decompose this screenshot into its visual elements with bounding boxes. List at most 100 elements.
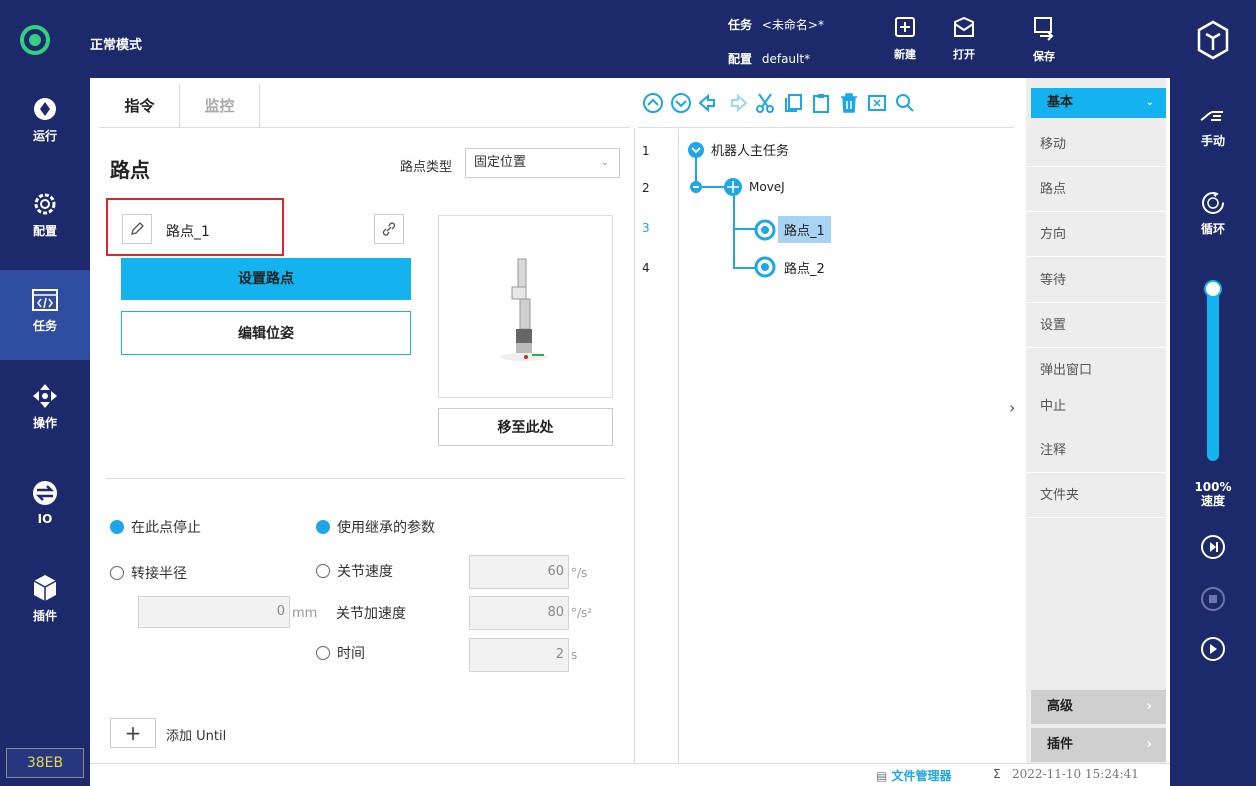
joint-speed-label: 关节速度 — [337, 564, 393, 580]
save-icon — [1034, 17, 1054, 41]
stop-icon[interactable] — [1200, 586, 1226, 612]
status-indicator-icon[interactable] — [20, 25, 50, 55]
mode-label: 正常模式 — [90, 38, 143, 53]
tree-node-label: MoveJ — [749, 180, 785, 194]
new-label: 新建 — [894, 48, 916, 61]
blend-radius-field[interactable]: 0 — [138, 596, 290, 628]
tree-line-number: 3 — [642, 221, 650, 235]
copy-icon[interactable] — [782, 92, 804, 114]
step-icon[interactable] — [1200, 534, 1226, 560]
io-icon — [33, 481, 57, 505]
nav-run[interactable]: 运行 — [0, 78, 90, 168]
library-item-folder[interactable]: 文件夹 — [1026, 473, 1166, 518]
time-field[interactable]: 2 — [469, 638, 569, 672]
nav-task[interactable]: 任务 — [0, 270, 90, 360]
task-value: <未命名>* — [761, 18, 824, 32]
tree-node-label: 机器人主任务 — [711, 144, 790, 159]
tree-node-waypoint1[interactable]: 路点_1 — [754, 216, 831, 243]
robot-status-icon: Σ — [993, 767, 1001, 781]
task-label: 任务 — [728, 18, 753, 32]
library-advanced[interactable]: 高级 › — [1031, 690, 1166, 724]
collapse-icon[interactable] — [690, 181, 702, 193]
open-label: 打开 — [953, 48, 975, 61]
library-plugins[interactable]: 插件 › — [1031, 728, 1166, 762]
library-item-direction[interactable]: 方向 — [1026, 212, 1166, 257]
move-arrows-icon — [33, 384, 57, 408]
new-button[interactable]: 新建 — [885, 16, 925, 62]
library-item-waypoint[interactable]: 路点 — [1026, 167, 1166, 212]
tree-node-main[interactable]: 机器人主任务 — [687, 140, 789, 159]
waypoint-node-icon — [754, 219, 776, 240]
file-manager-link[interactable]: ▤ 文件管理器 — [876, 767, 952, 784]
library-item-move[interactable]: 移动 — [1026, 122, 1166, 167]
move-here-button[interactable]: 移至此处 — [438, 408, 613, 446]
pencil-icon — [131, 222, 144, 235]
edit-pose-button[interactable]: 编辑位姿 — [121, 311, 411, 355]
plus-icon: + — [124, 721, 142, 745]
nav-config[interactable]: 配置 — [0, 173, 90, 263]
library-item-halt[interactable]: 中止 — [1026, 384, 1166, 429]
nav-plugin-label: 插件 — [32, 609, 57, 623]
nav-operate[interactable]: 操作 — [0, 365, 90, 455]
open-file-icon — [954, 16, 974, 37]
inherit-params-radio[interactable]: 使用继承的参数 — [316, 517, 435, 537]
time-radio[interactable]: 时间 — [316, 643, 365, 663]
tree-node-waypoint2[interactable]: 路点_2 — [754, 256, 825, 278]
library-item-set[interactable]: 设置 — [1026, 303, 1166, 348]
redo-icon[interactable] — [726, 92, 748, 114]
radius-unit: mm — [292, 606, 318, 621]
main-area: 指令 监控 路点 路点类型 固定位置 ⌄ 路点_1 设置路点 编辑位姿 移至此处… — [90, 78, 1170, 786]
footer-bar — [90, 763, 1170, 786]
manual-button[interactable]: 手动 — [1170, 106, 1256, 149]
joint-acc-field[interactable]: 80 — [469, 596, 569, 630]
loop-button[interactable]: 循环 — [1170, 190, 1256, 237]
undo-icon[interactable] — [698, 92, 720, 114]
add-until-button[interactable]: + — [110, 718, 156, 748]
joint-speed-field[interactable]: 60 — [469, 555, 569, 589]
library-item-comment[interactable]: 注释 — [1026, 428, 1166, 473]
library-item-wait[interactable]: 等待 — [1026, 258, 1166, 303]
open-button[interactable]: 打开 — [944, 16, 984, 62]
search-icon[interactable] — [894, 92, 916, 114]
library-header-basic[interactable]: 基本 ⌄ — [1031, 88, 1166, 118]
rename-button[interactable] — [122, 214, 152, 244]
save-button[interactable]: 保存 — [1024, 16, 1064, 64]
nav-task-label: 任务 — [32, 319, 57, 333]
suppress-icon[interactable] — [866, 92, 888, 114]
top-bar: 正常模式 任务 <未命名>* 配置 default* 新建 打开 保存 — [0, 0, 1256, 78]
blend-radius-radio[interactable]: 转接半径 — [110, 563, 187, 583]
paste-icon[interactable] — [810, 92, 832, 114]
link-button[interactable] — [374, 214, 404, 244]
joint-speed-radio[interactable]: 关节速度 — [316, 561, 393, 581]
save-label: 保存 — [1033, 50, 1055, 63]
set-waypoint-button[interactable]: 设置路点 — [121, 258, 411, 300]
nav-plugin[interactable]: 插件 — [0, 556, 90, 646]
nav-run-label: 运行 — [32, 129, 57, 143]
speed-slider-handle[interactable] — [1204, 280, 1222, 298]
waypoint-type-label: 路点类型 — [400, 160, 453, 175]
chevron-down-icon: ⌄ — [1145, 97, 1154, 108]
loop-icon — [1202, 192, 1224, 214]
right-bar: 手动 循环 100% 速度 — [1170, 78, 1256, 786]
play-icon[interactable] — [1200, 636, 1226, 662]
move-up-icon[interactable] — [642, 92, 664, 114]
hand-icon — [1200, 111, 1223, 121]
delete-icon[interactable] — [838, 92, 860, 114]
movej-node-icon — [724, 178, 742, 196]
cut-icon[interactable] — [754, 92, 776, 114]
joint-acc-label: 关节加速度 — [336, 606, 406, 622]
new-file-icon — [895, 17, 915, 37]
footer-datetime: 2022-11-10 15:24:41 — [1012, 767, 1139, 781]
stop-here-radio[interactable]: 在此点停止 — [110, 517, 201, 537]
nav-io[interactable]: IO — [0, 461, 90, 551]
move-down-icon[interactable] — [670, 92, 692, 114]
tab-command[interactable]: 指令 — [100, 84, 180, 128]
time-value: 2 — [555, 647, 564, 662]
tree-node-movej[interactable]: MoveJ — [723, 177, 785, 197]
tab-monitor[interactable]: 监控 — [180, 84, 260, 128]
waypoint-type-select[interactable]: 固定位置 ⌄ — [465, 148, 620, 178]
collapse-library-icon[interactable]: › — [1009, 398, 1015, 417]
speed-slider[interactable] — [1204, 280, 1222, 461]
nav-operate-label: 操作 — [32, 416, 57, 430]
config-value: default* — [761, 52, 811, 66]
